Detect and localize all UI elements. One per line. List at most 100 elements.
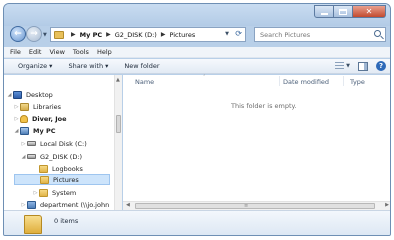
address-bar[interactable]: ▶ My PC ▶ G2_DISK (D:) ▶ Pictures ▼ ⟳ bbox=[50, 27, 246, 42]
folder-icon bbox=[39, 188, 48, 197]
folder-icon bbox=[54, 30, 64, 39]
folder-icon bbox=[24, 215, 42, 234]
window-controls: ✕ bbox=[314, 5, 386, 18]
tree-item-label: Local Disk (C:) bbox=[40, 139, 87, 148]
share-with-button[interactable]: Share with ▾ bbox=[68, 62, 108, 70]
help-icon[interactable]: ? bbox=[376, 61, 386, 71]
chevron-right-icon[interactable]: ▶ bbox=[161, 31, 166, 38]
minimize-button[interactable] bbox=[314, 5, 334, 18]
item-count: 0 items bbox=[54, 217, 79, 225]
change-view-icon[interactable] bbox=[335, 61, 345, 71]
tree-item-label: System bbox=[52, 188, 77, 197]
tree-item-my-pc[interactable]: ◢ My PC bbox=[13, 125, 56, 136]
breadcrumb-my-pc[interactable]: My PC bbox=[80, 31, 103, 39]
file-list: ˆ Name Date modified Type This folder is… bbox=[123, 75, 390, 201]
tree-item-label: Desktop bbox=[26, 90, 53, 99]
sort-indicator-icon: ˆ bbox=[203, 75, 206, 81]
network-drive-icon bbox=[27, 200, 36, 209]
expanded-arrow-icon[interactable]: ◢ bbox=[6, 92, 13, 98]
tree-item-libraries[interactable]: ▷ Libraries bbox=[13, 101, 61, 112]
menu-tools[interactable]: Tools bbox=[73, 48, 89, 56]
menu-bar: File Edit View Tools Help bbox=[4, 47, 390, 58]
tree-item-local-disk-c[interactable]: ▷ Local Disk (C:) bbox=[20, 138, 87, 149]
minimize-icon bbox=[320, 12, 328, 15]
search-input[interactable] bbox=[260, 30, 370, 39]
collapsed-arrow-icon[interactable]: ▷ bbox=[13, 104, 20, 110]
search-icon[interactable] bbox=[374, 30, 381, 37]
forward-arrow-icon: → bbox=[30, 29, 38, 39]
column-header-date-modified[interactable]: Date modified bbox=[283, 78, 329, 86]
tree-item-department[interactable]: ▷ department (\\jo.john bbox=[20, 199, 109, 210]
collapsed-arrow-icon[interactable]: ▷ bbox=[32, 190, 39, 196]
column-divider[interactable] bbox=[279, 76, 280, 86]
desktop-icon bbox=[13, 90, 22, 99]
scrollbar-thumb[interactable]: ≡ bbox=[135, 203, 375, 209]
maximize-icon bbox=[339, 8, 347, 15]
collapsed-arrow-icon[interactable]: ▷ bbox=[13, 116, 20, 122]
collapsed-arrow-icon[interactable]: ▷ bbox=[20, 141, 27, 147]
menu-help[interactable]: Help bbox=[97, 48, 112, 56]
recent-pages-dropdown[interactable]: ▼ bbox=[43, 32, 47, 38]
tree-item-label: Logbooks bbox=[52, 164, 83, 173]
empty-folder-message: This folder is empty. bbox=[231, 102, 297, 110]
tree-item-pictures[interactable]: Pictures bbox=[14, 174, 110, 185]
chevron-right-icon[interactable]: ▶ bbox=[106, 31, 111, 38]
menu-edit[interactable]: Edit bbox=[29, 48, 42, 56]
grip-icon: ≡ bbox=[244, 203, 249, 209]
drive-icon bbox=[27, 154, 36, 159]
scroll-up-icon[interactable]: ▲ bbox=[116, 77, 120, 83]
tree-item-g2-disk-d[interactable]: ◢ G2_DISK (D:) bbox=[20, 151, 83, 162]
tree-item-system[interactable]: ▷ System bbox=[32, 187, 76, 198]
column-header-type[interactable]: Type bbox=[350, 78, 365, 86]
view-controls: ▼ ? bbox=[327, 61, 386, 71]
folder-icon bbox=[39, 164, 48, 173]
navigation-scrollbar[interactable]: ▲ bbox=[114, 75, 122, 210]
scrollbar-thumb[interactable] bbox=[116, 115, 121, 133]
chevron-right-icon[interactable]: ▶ bbox=[71, 31, 76, 38]
expanded-arrow-icon[interactable]: ◢ bbox=[20, 154, 27, 160]
refresh-icon[interactable]: ⟳ bbox=[235, 29, 242, 38]
expanded-arrow-icon[interactable]: ◢ bbox=[13, 128, 20, 134]
back-arrow-icon: ← bbox=[14, 29, 22, 39]
tree-item-desktop[interactable]: ◢ Desktop bbox=[6, 89, 53, 100]
horizontal-scrollbar[interactable]: ◀ ≡ ▶ bbox=[123, 201, 390, 210]
column-header-name[interactable]: Name bbox=[135, 78, 154, 86]
explorer-window: ✕ ← → ▼ ▶ My PC ▶ G2_DISK (D:) ▶ Picture… bbox=[3, 3, 391, 236]
details-pane: 0 items bbox=[4, 210, 390, 235]
tree-item-label: G2_DISK (D:) bbox=[40, 152, 83, 161]
tree-item-user-folder[interactable]: ▷ Diver, Joe bbox=[13, 113, 67, 124]
forward-button[interactable]: → bbox=[26, 26, 42, 42]
title-bar[interactable]: ✕ bbox=[4, 4, 390, 26]
search-box[interactable] bbox=[254, 27, 386, 42]
scroll-right-icon[interactable]: ▶ bbox=[385, 202, 389, 208]
tree-item-label: My PC bbox=[33, 126, 56, 135]
tree-item-label: Libraries bbox=[33, 102, 62, 111]
close-button[interactable]: ✕ bbox=[353, 5, 386, 18]
tree-item-label: department (\\jo.john bbox=[40, 200, 110, 209]
back-button[interactable]: ← bbox=[10, 26, 26, 42]
maximize-button[interactable] bbox=[334, 5, 353, 18]
tree-item-label: Pictures bbox=[53, 175, 79, 184]
breadcrumb-pictures[interactable]: Pictures bbox=[169, 31, 195, 39]
computer-icon bbox=[20, 126, 29, 135]
libraries-icon bbox=[20, 102, 29, 111]
tree-item-logbooks[interactable]: Logbooks bbox=[32, 163, 83, 174]
menu-view[interactable]: View bbox=[49, 48, 64, 56]
folder-icon bbox=[40, 175, 49, 184]
collapsed-arrow-icon[interactable]: ▷ bbox=[20, 202, 27, 208]
command-bar: Organize ▾ Share with ▾ New folder ▼ ? bbox=[4, 59, 390, 74]
navigation-row: ← → ▼ ▶ My PC ▶ G2_DISK (D:) ▶ Pictures … bbox=[4, 24, 390, 46]
navigation-pane: ◢ Desktop ▷ Libraries ▷ Diver, Joe ◢ My … bbox=[4, 75, 122, 210]
breadcrumb-g2-disk[interactable]: G2_DISK (D:) bbox=[115, 31, 157, 39]
scroll-left-icon[interactable]: ◀ bbox=[126, 202, 130, 208]
organize-button[interactable]: Organize ▾ bbox=[18, 62, 52, 70]
preview-pane-icon[interactable] bbox=[358, 61, 368, 71]
tree-item-label: Diver, Joe bbox=[32, 114, 67, 123]
address-history-dropdown[interactable]: ▼ bbox=[225, 31, 229, 37]
menu-file[interactable]: File bbox=[10, 48, 21, 56]
new-folder-button[interactable]: New folder bbox=[124, 62, 159, 70]
view-options-dropdown[interactable]: ▼ bbox=[346, 63, 350, 69]
user-folder-icon bbox=[20, 114, 28, 123]
column-divider[interactable] bbox=[343, 76, 344, 86]
close-icon: ✕ bbox=[365, 7, 373, 16]
